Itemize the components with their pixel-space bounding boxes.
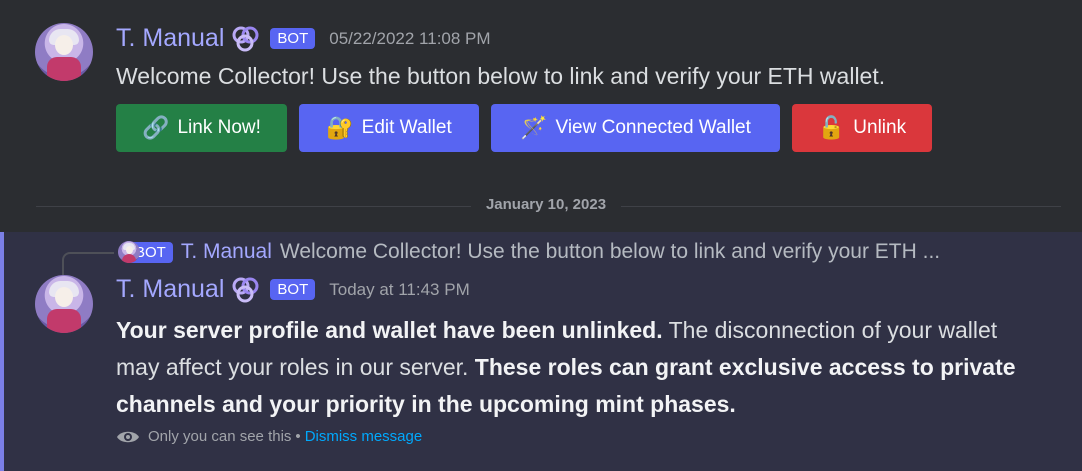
- reply-connector: [62, 252, 114, 276]
- avatar[interactable]: [35, 23, 93, 81]
- button-label: Edit Wallet: [361, 117, 452, 138]
- eye-icon: [117, 431, 139, 442]
- reply-username[interactable]: T. Manual: [181, 240, 272, 264]
- link-now-button[interactable]: 🔗 Link Now!: [116, 104, 287, 152]
- reply-preview[interactable]: BOT T. Manual Welcome Collector! Use the…: [118, 240, 940, 264]
- unlock-icon: 🔓: [817, 115, 846, 140]
- username[interactable]: T. Manual: [116, 275, 224, 304]
- timestamp[interactable]: 05/22/2022 11:08 PM: [329, 29, 490, 49]
- username[interactable]: T. Manual: [116, 24, 224, 53]
- bot-tag: BOT: [270, 279, 316, 300]
- bot-tag: BOT: [270, 28, 316, 49]
- button-label: Unlink: [853, 117, 907, 138]
- server-badge-icon[interactable]: [230, 276, 262, 304]
- button-label: Link Now!: [177, 117, 261, 138]
- message-header: T. Manual BOT 05/22/2022 11:08 PM: [116, 24, 491, 53]
- date-divider-label: January 10, 2023: [471, 196, 621, 213]
- dismiss-message-link[interactable]: Dismiss message: [305, 428, 423, 445]
- view-connected-wallet-button[interactable]: 🪄 View Connected Wallet: [491, 104, 780, 152]
- lock-key-icon: 🔐: [326, 115, 354, 140]
- separator: •: [295, 428, 301, 445]
- ephemeral-notice: Only you can see this • Dismiss message: [116, 428, 422, 445]
- message-2: BOT T. Manual Welcome Collector! Use the…: [0, 232, 1082, 471]
- magic-wand-icon: 🪄: [520, 115, 548, 140]
- reply-avatar[interactable]: [118, 241, 140, 263]
- message-header: T. Manual BOT Today at 11:43 PM: [116, 275, 470, 304]
- message-body: Your server profile and wallet have been…: [116, 312, 1036, 423]
- unlink-button[interactable]: 🔓 Unlink: [792, 104, 932, 152]
- ephemeral-text: Only you can see this: [148, 428, 292, 445]
- edit-wallet-button[interactable]: 🔐 Edit Wallet: [299, 104, 479, 152]
- message-text: Welcome Collector! Use the button below …: [116, 63, 886, 89]
- timestamp[interactable]: Today at 11:43 PM: [329, 280, 470, 300]
- reply-text[interactable]: Welcome Collector! Use the button below …: [280, 240, 940, 264]
- avatar[interactable]: [35, 275, 93, 333]
- button-row: 🔗 Link Now! 🔐 Edit Wallet 🪄 View Connect…: [116, 104, 932, 152]
- server-badge-icon[interactable]: [230, 25, 262, 53]
- button-label: View Connected Wallet: [555, 117, 751, 138]
- link-icon: 🔗: [142, 115, 170, 140]
- bold-text: Your server profile and wallet have been…: [116, 317, 663, 343]
- message-1: T. Manual BOT 05/22/2022 11:08 PM Welcom…: [0, 0, 1082, 182]
